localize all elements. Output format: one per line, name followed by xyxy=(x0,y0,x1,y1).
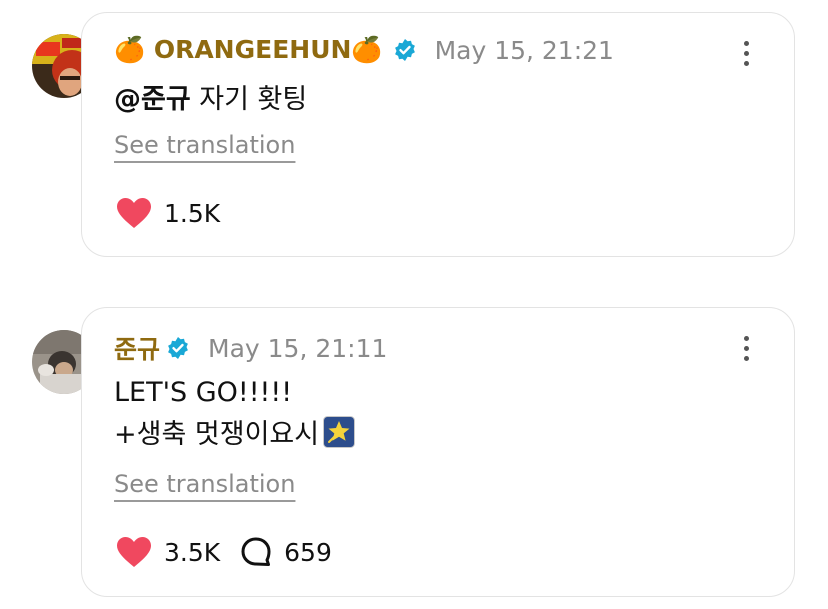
like-count: 3.5K xyxy=(164,537,221,567)
post-card: 🍊 ORANGEEHUN🍊 May 15, 21:21 @준규 자기 홧팅 Se… xyxy=(81,12,795,257)
mention-link[interactable]: @준규 xyxy=(114,84,191,115)
comment-button[interactable]: 659 xyxy=(240,536,332,568)
comment-count: 659 xyxy=(284,537,332,567)
more-options-icon[interactable] xyxy=(744,41,750,71)
like-button[interactable]: 1.5K xyxy=(116,197,220,229)
post-text: @준규 자기 홧팅 xyxy=(114,79,307,121)
post-timestamp[interactable]: May 15, 21:21 xyxy=(435,36,614,65)
comment-icon xyxy=(241,537,271,566)
post-text-line: +생축 멋쟁이요시 xyxy=(114,419,320,450)
post-timestamp[interactable]: May 15, 21:11 xyxy=(208,334,387,363)
glowing-star-icon xyxy=(323,416,356,448)
post-text-body: 자기 홧팅 xyxy=(190,84,308,115)
see-translation-link[interactable]: See translation xyxy=(114,470,295,498)
like-button[interactable]: 3.5K xyxy=(116,536,220,568)
post-header: 🍊 ORANGEEHUN🍊 May 15, 21:21 xyxy=(114,35,614,65)
like-count: 1.5K xyxy=(164,198,221,228)
post-text-line-with-emoji: +생축 멋쟁이요시 xyxy=(114,414,356,456)
post-card: 준규 May 15, 21:11 LET'S GO!!!!! +생축 멋쟁이요시… xyxy=(81,307,795,597)
post-text: LET'S GO!!!!! +생축 멋쟁이요시 xyxy=(114,372,356,456)
username[interactable]: 🍊 ORANGEEHUN🍊 xyxy=(114,35,383,65)
heart-icon xyxy=(117,537,151,567)
verified-badge-icon xyxy=(168,337,188,359)
post-header: 준규 May 15, 21:11 xyxy=(114,330,387,366)
see-translation-link[interactable]: See translation xyxy=(114,131,295,159)
more-options-icon[interactable] xyxy=(744,336,750,366)
username[interactable]: 준규 xyxy=(114,330,160,366)
post-text-line: LET'S GO!!!!! xyxy=(114,377,293,408)
post-actions: 3.5K 659 xyxy=(116,536,352,568)
verified-badge-icon xyxy=(394,39,415,61)
post-actions: 1.5K xyxy=(116,197,240,229)
heart-icon xyxy=(117,198,151,228)
